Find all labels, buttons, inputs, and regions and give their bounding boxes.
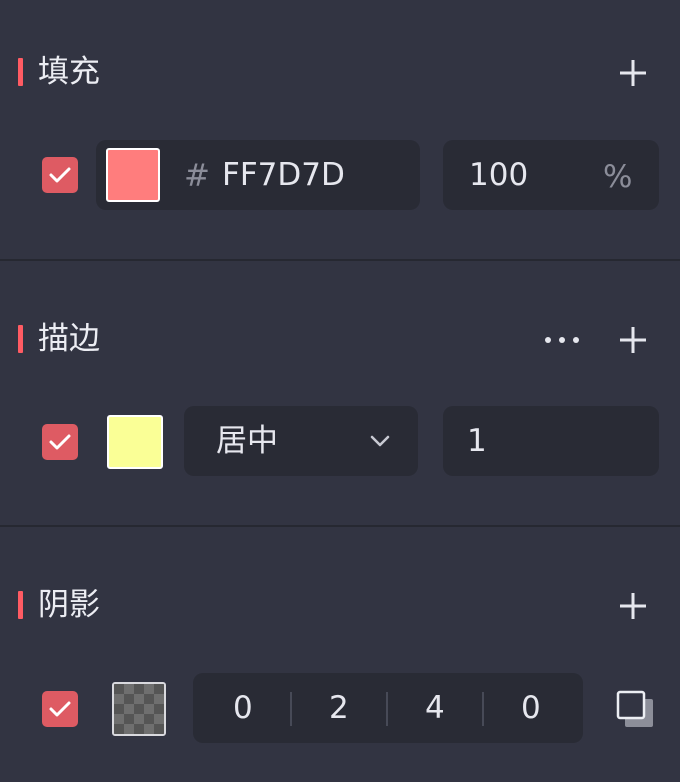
fill-accent-bar: [18, 58, 23, 86]
shadow-y-value[interactable]: 2: [329, 690, 349, 726]
hash-symbol: #: [184, 158, 210, 194]
checkmark-icon: [49, 167, 71, 183]
plus-icon: [620, 327, 646, 353]
value-separator: [386, 692, 388, 726]
plus-icon: [620, 60, 646, 86]
stroke-section-title: 描边: [38, 321, 100, 357]
stroke-enabled-checkbox[interactable]: [42, 424, 78, 460]
fill-enabled-checkbox[interactable]: [42, 157, 78, 193]
shadow-enabled-checkbox[interactable]: [42, 691, 78, 727]
shadow-section: 阴影 0 2 4 0: [0, 527, 680, 782]
stroke-width-field[interactable]: 1: [443, 406, 659, 476]
more-horizontal-icon: [545, 337, 579, 343]
stroke-accent-bar: [18, 325, 23, 353]
checkmark-icon: [49, 434, 71, 450]
shadow-blur-value[interactable]: 4: [425, 690, 445, 726]
fill-hex-field[interactable]: # FF7D7D: [96, 140, 420, 210]
shadow-color-swatch[interactable]: [112, 682, 166, 736]
fill-add-button[interactable]: [616, 56, 650, 90]
shadow-accent-bar: [18, 591, 23, 619]
shadow-section-title: 阴影: [38, 587, 100, 623]
shadow-x-value[interactable]: 0: [233, 690, 253, 726]
stroke-more-button[interactable]: [540, 323, 584, 357]
shadow-spread-value[interactable]: 0: [521, 690, 541, 726]
stroke-add-button[interactable]: [616, 323, 650, 357]
stroke-position-value: 居中: [216, 423, 278, 459]
stroke-position-dropdown[interactable]: 居中: [184, 406, 418, 476]
stroke-color-swatch[interactable]: [107, 415, 163, 469]
plus-icon: [620, 593, 646, 619]
chevron-down-icon: [370, 435, 390, 447]
shadow-add-button[interactable]: [616, 589, 650, 623]
fill-opacity-field[interactable]: 100 %: [443, 140, 659, 210]
fill-opacity-value[interactable]: 100: [469, 157, 528, 193]
shadow-values-field[interactable]: 0 2 4 0: [193, 673, 583, 743]
fill-section-title: 填充: [38, 54, 100, 90]
drop-shadow-icon: [616, 690, 653, 727]
transparent-checker-icon: [114, 684, 164, 734]
shadow-type-button[interactable]: [615, 689, 655, 729]
stroke-width-value[interactable]: 1: [467, 423, 487, 459]
fill-color-swatch[interactable]: [106, 148, 160, 202]
value-separator: [290, 692, 292, 726]
checkmark-icon: [49, 701, 71, 717]
fill-hex-value[interactable]: FF7D7D: [222, 157, 345, 193]
fill-section: 填充 # FF7D7D 100 %: [0, 0, 680, 260]
fill-opacity-unit: %: [603, 159, 633, 195]
value-separator: [482, 692, 484, 726]
stroke-section: 描边 居中 1: [0, 261, 680, 525]
